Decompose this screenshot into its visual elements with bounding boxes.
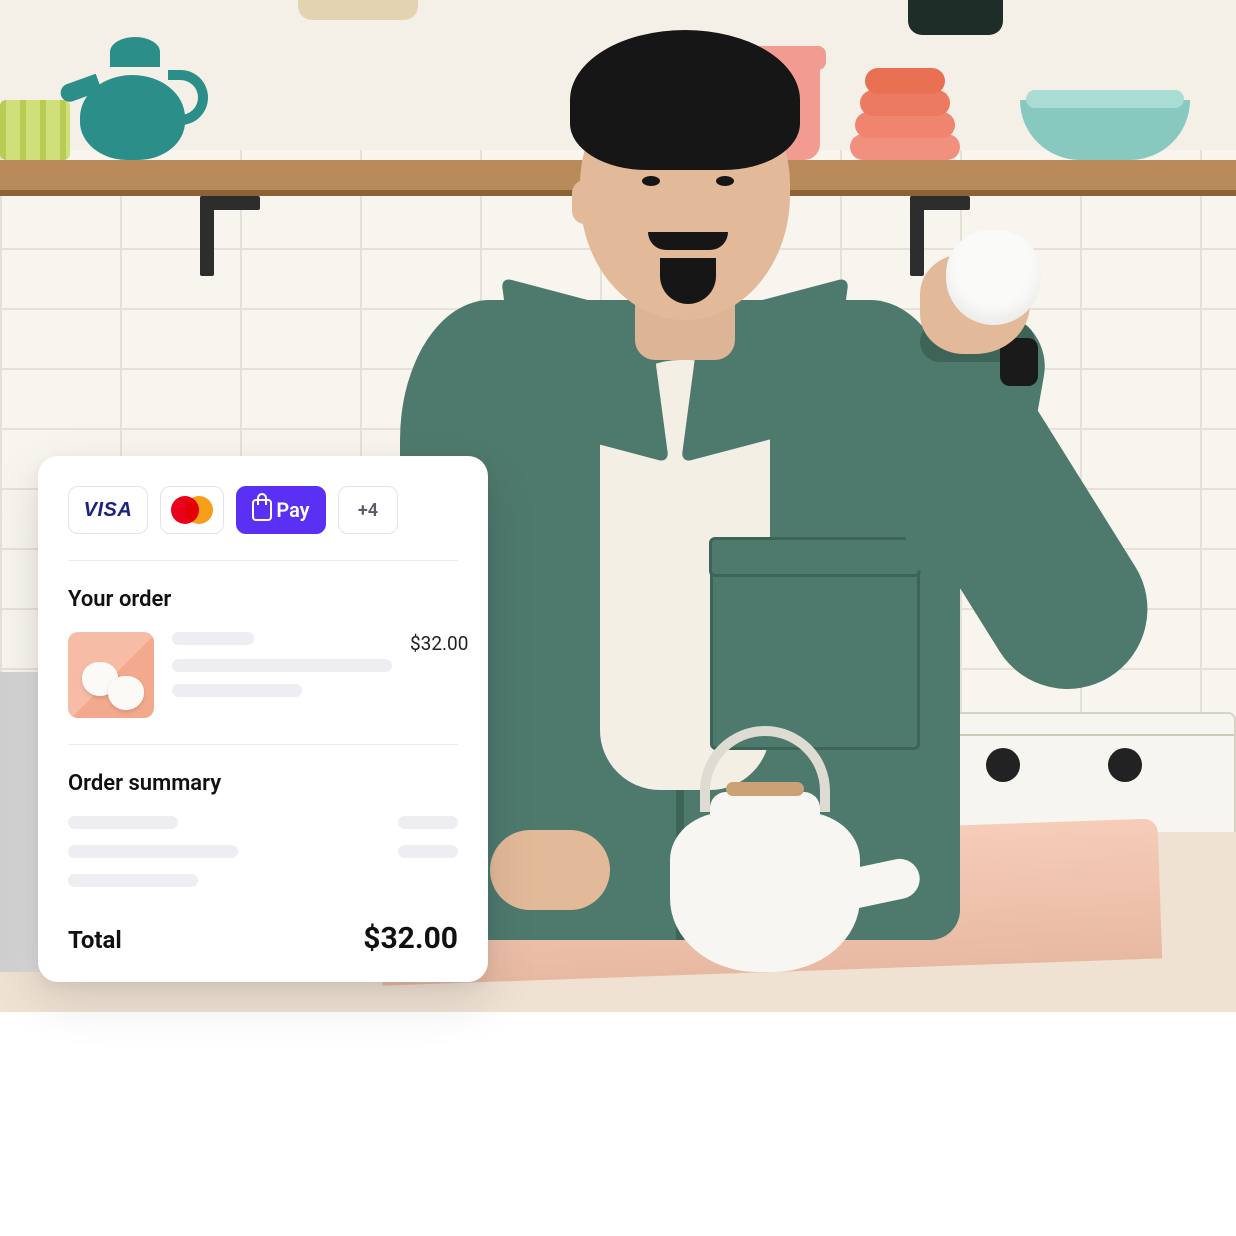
divider <box>68 744 458 745</box>
your-order-heading: Your order <box>68 587 458 612</box>
white-teapot <box>640 752 900 972</box>
payment-option-more[interactable]: +4 <box>338 486 398 534</box>
divider <box>68 560 458 561</box>
white-cup <box>946 230 1041 325</box>
order-summary-heading: Order summary <box>68 771 458 796</box>
shop-pay-icon: Pay <box>252 498 309 522</box>
order-line-item: $32.00 <box>68 632 458 718</box>
product-thumbnail[interactable] <box>68 632 154 718</box>
visa-icon: VISA <box>84 499 133 522</box>
product-text-placeholder <box>172 632 392 697</box>
total-amount: $32.00 <box>363 921 458 956</box>
shop-pay-label: Pay <box>276 498 309 522</box>
total-row: Total $32.00 <box>68 921 458 956</box>
total-label: Total <box>68 926 122 954</box>
payment-option-mastercard[interactable] <box>160 486 224 534</box>
shelf-bracket <box>200 196 214 276</box>
teal-kettle <box>60 55 215 160</box>
payment-option-shop-pay[interactable]: Pay <box>236 486 326 534</box>
payment-option-visa[interactable]: VISA <box>68 486 148 534</box>
payment-method-row: VISA Pay +4 <box>68 486 458 534</box>
shopping-bag-icon <box>252 499 272 521</box>
checkout-card: VISA Pay +4 Your order $32.00 Order summ… <box>38 456 488 982</box>
mastercard-icon <box>171 496 213 524</box>
summary-placeholder-lines <box>68 816 458 887</box>
more-payment-count: +4 <box>358 500 378 521</box>
line-item-price: $32.00 <box>410 632 468 655</box>
